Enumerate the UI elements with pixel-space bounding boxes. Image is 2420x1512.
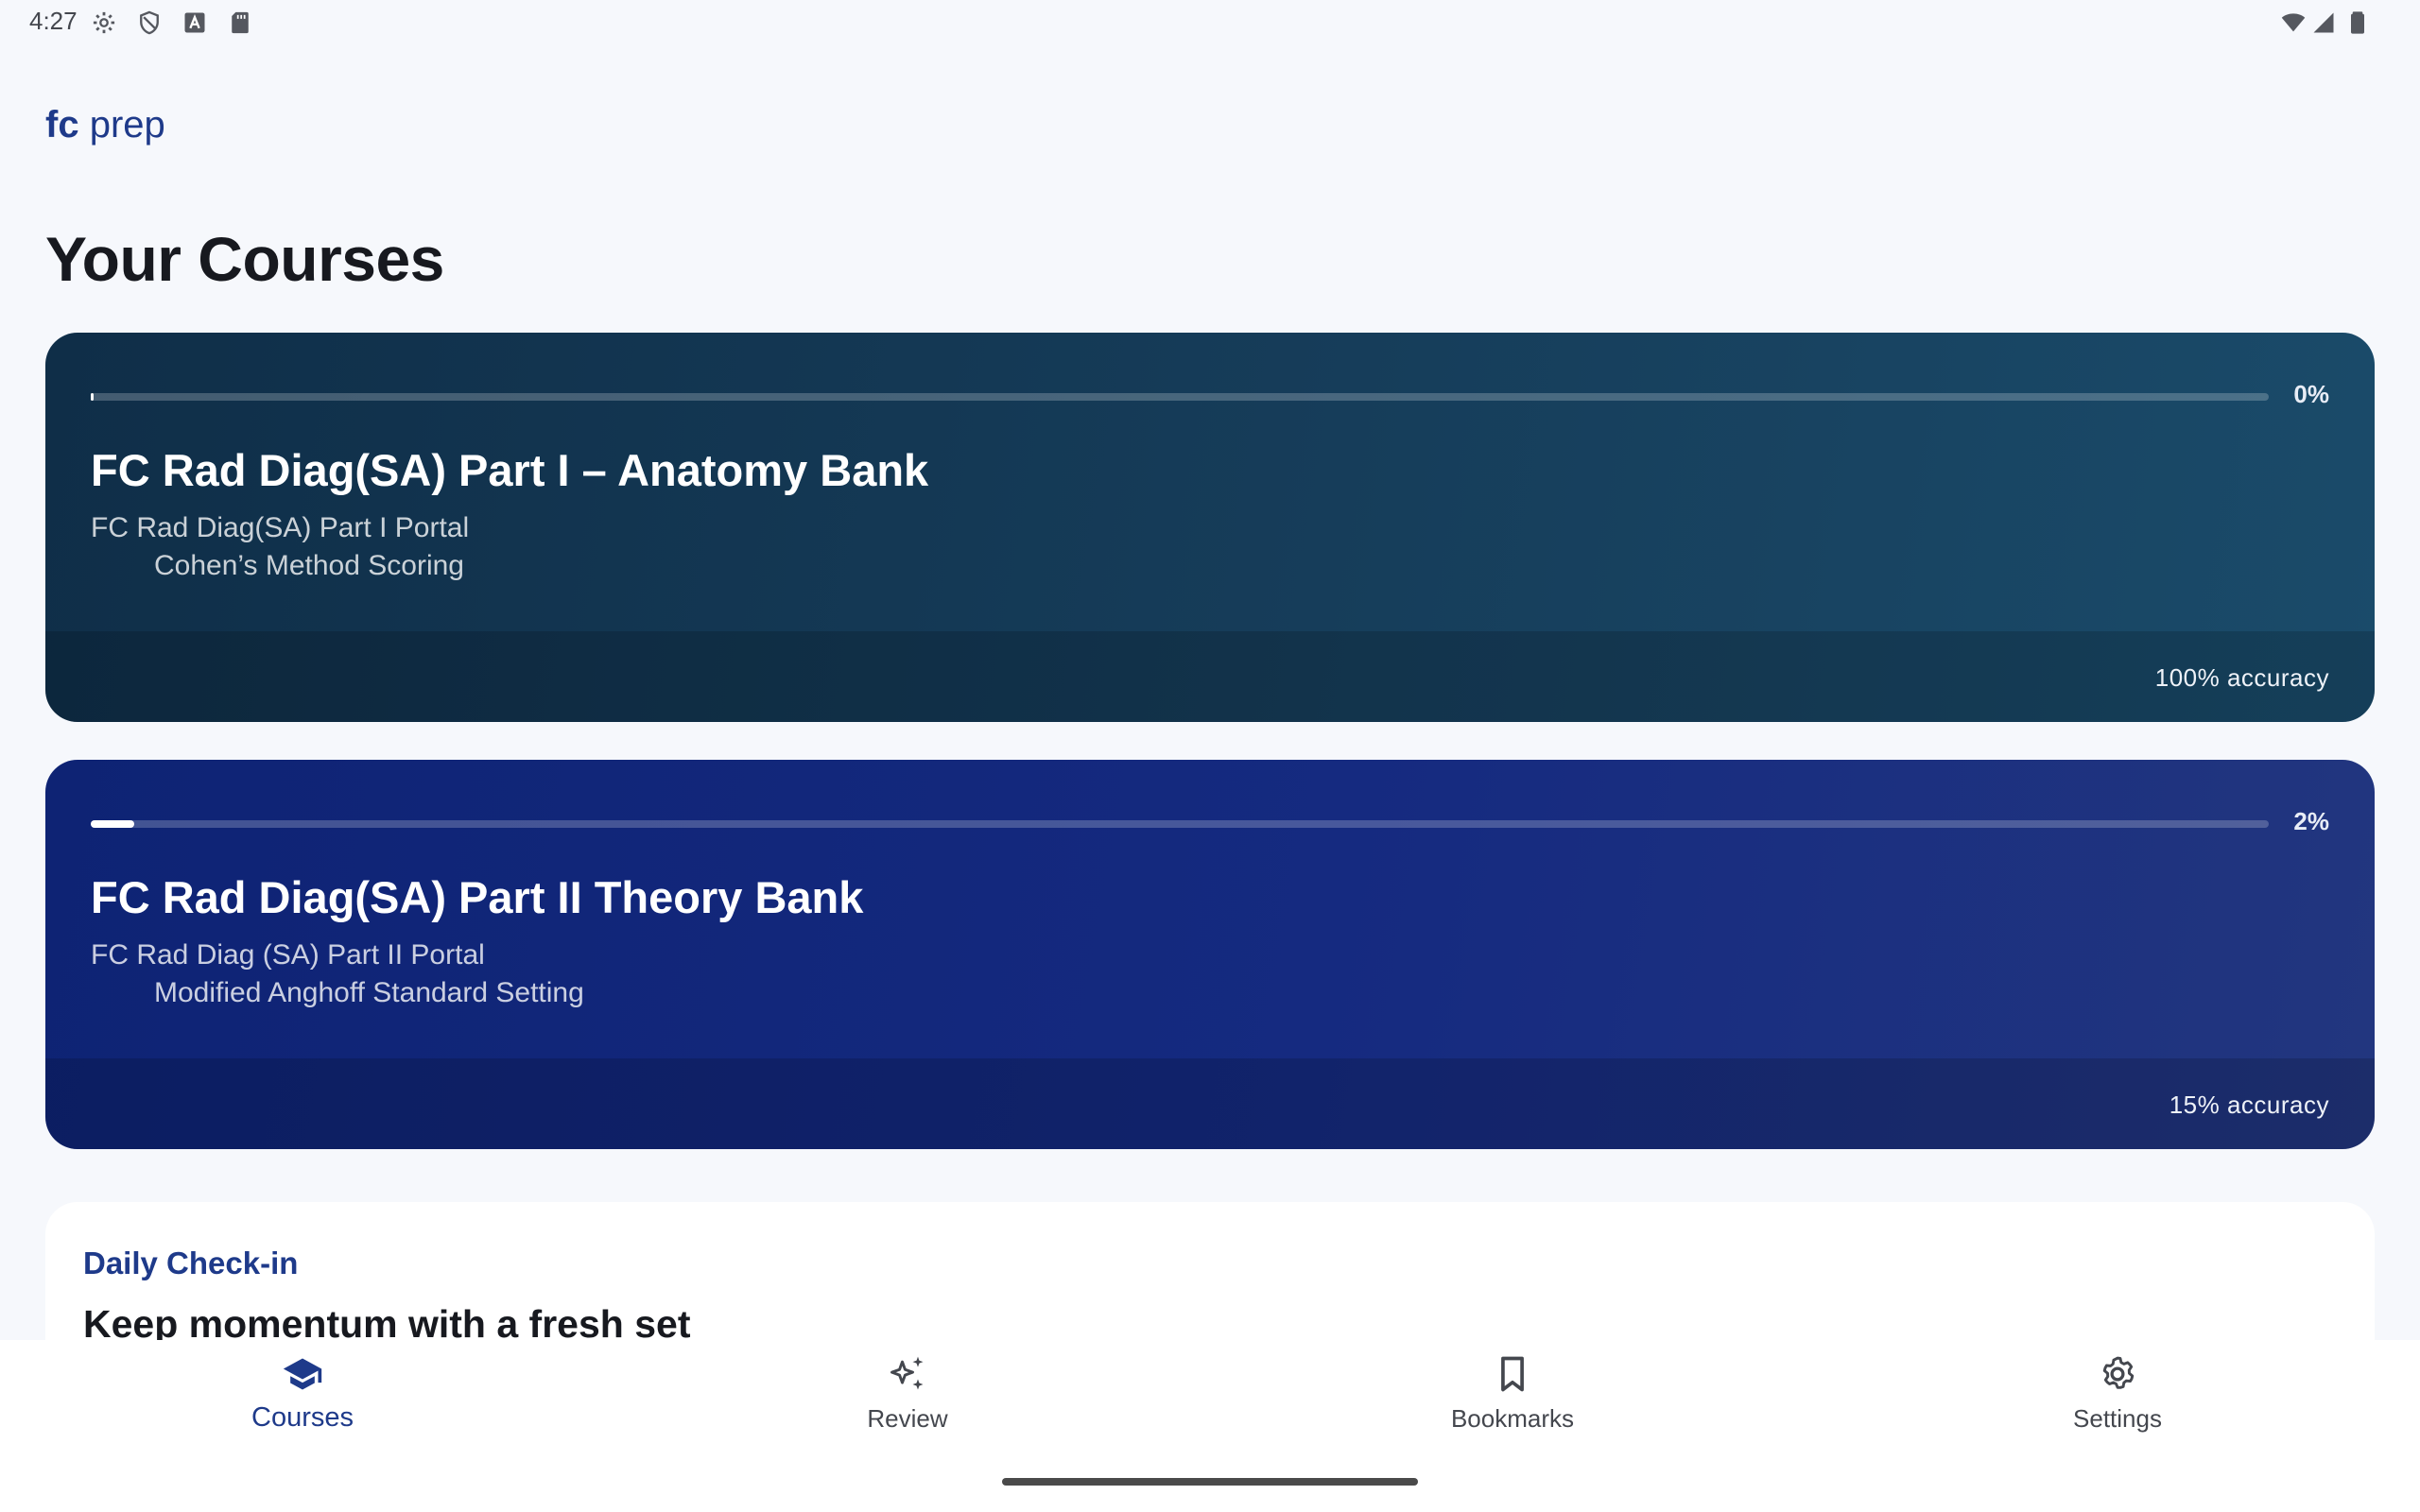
status-time: 4:27 xyxy=(29,7,78,35)
nav-label: Bookmarks xyxy=(1450,1404,1575,1433)
nav-label: Review xyxy=(867,1404,948,1433)
course-progress-bar xyxy=(91,393,2269,401)
wifi-icon xyxy=(2280,9,2307,36)
text-a-icon xyxy=(182,9,208,36)
course-portal: FC Rad Diag(SA) Part I Portal xyxy=(91,512,470,543)
nav-item-settings[interactable]: Settings xyxy=(1815,1340,2420,1463)
sparkle-icon xyxy=(887,1353,928,1395)
graduation-cap-icon xyxy=(282,1353,323,1395)
course-progress-label: 2% xyxy=(2293,807,2329,835)
course-title: FC Rad Diag(SA) Part II Theory Bank xyxy=(91,872,864,922)
course-card-footer: 15% accuracy xyxy=(45,1058,2375,1149)
nav-label: Settings xyxy=(2073,1404,2162,1433)
status-bar: 4:27 xyxy=(0,0,2420,45)
page-title: Your Courses xyxy=(45,224,444,294)
course-card-footer: 100% accuracy xyxy=(45,631,2375,722)
course-progress-label: 0% xyxy=(2293,380,2329,408)
signal-icon xyxy=(2310,9,2337,36)
course-title: FC Rad Diag(SA) Part I – Anatomy Bank xyxy=(91,445,929,495)
bookmark-icon xyxy=(1492,1353,1533,1395)
course-progress-bar xyxy=(91,820,2269,828)
course-card-theory-bank[interactable]: 2% FC Rad Diag(SA) Part II Theory Bank F… xyxy=(45,760,2375,1149)
app-screen: 4:27 fc prep Your Courses 0% FC Rad Diag… xyxy=(0,0,2420,1512)
shield-icon xyxy=(136,9,163,36)
nav-item-review[interactable]: Review xyxy=(605,1340,1210,1463)
bottom-navigation: Courses Review Bookmarks Settings xyxy=(0,1340,2420,1512)
course-progress-fill xyxy=(91,820,135,828)
course-accuracy: 100% accuracy xyxy=(2154,663,2329,692)
course-progress-fill xyxy=(91,393,94,401)
settings-icon xyxy=(91,9,117,36)
nav-item-courses[interactable]: Courses xyxy=(0,1340,605,1463)
nav-label: Courses xyxy=(251,1402,354,1433)
course-portal: FC Rad Diag (SA) Part II Portal xyxy=(91,939,485,971)
nav-item-bookmarks[interactable]: Bookmarks xyxy=(1210,1340,1815,1463)
course-card-anatomy-bank[interactable]: 0% FC Rad Diag(SA) Part I – Anatomy Bank… xyxy=(45,333,2375,722)
course-accuracy: 15% accuracy xyxy=(2169,1091,2329,1119)
gear-icon xyxy=(2097,1353,2138,1395)
sd-card-icon xyxy=(227,9,253,36)
app-logo: fc prep xyxy=(45,104,165,146)
battery-icon xyxy=(2344,9,2371,36)
brand-prep: prep xyxy=(89,104,165,146)
brand-fc: fc xyxy=(45,104,79,146)
daily-checkin-label: Daily Check-in xyxy=(83,1246,299,1280)
course-method: Modified Anghoff Standard Setting xyxy=(154,977,584,1008)
home-indicator[interactable] xyxy=(1002,1478,1418,1486)
course-method: Cohen’s Method Scoring xyxy=(154,550,464,581)
